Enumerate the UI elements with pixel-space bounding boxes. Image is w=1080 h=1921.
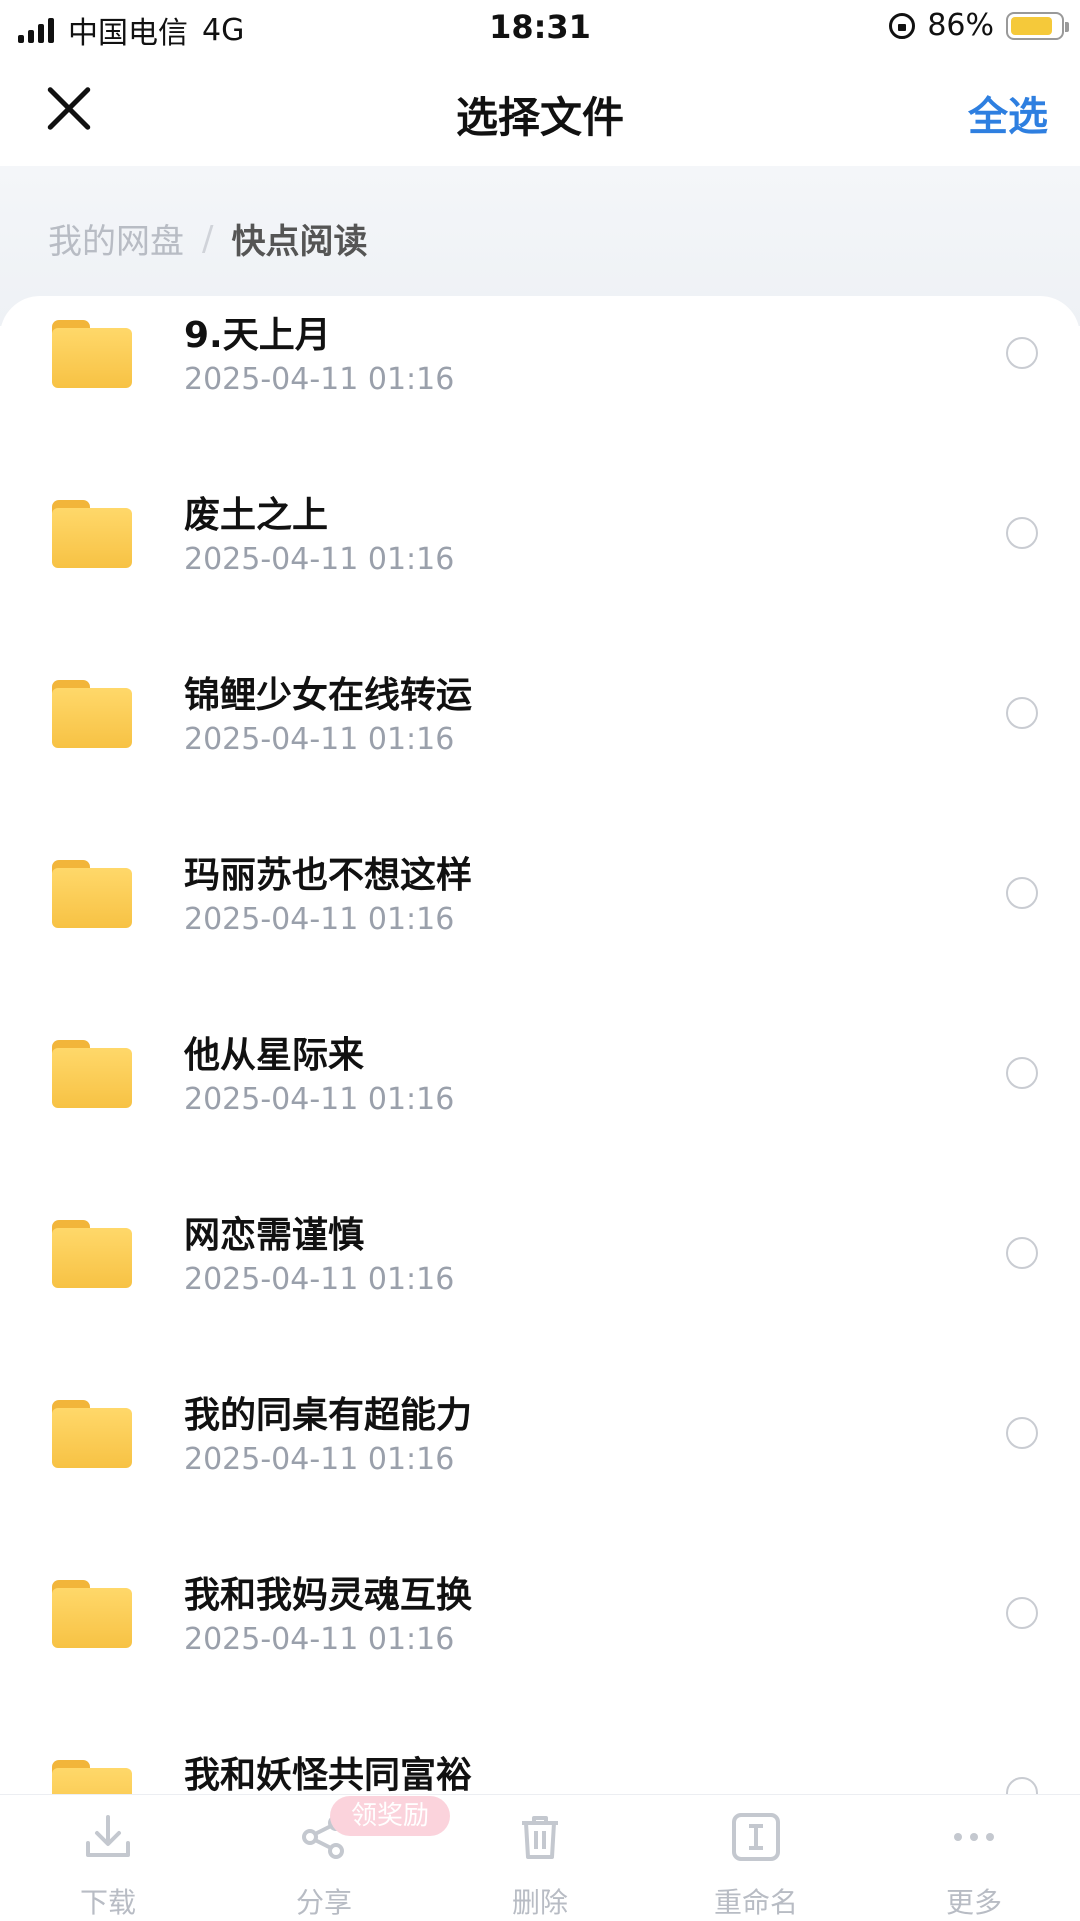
- file-name: 网恋需谨慎: [184, 1215, 365, 1256]
- select-radio[interactable]: [1006, 1417, 1038, 1449]
- download-label: 下载: [79, 1886, 136, 1919]
- bottom-toolbar: 下载 分享 删除 重命名 更多: [0, 1794, 1080, 1921]
- file-date: 2025-04-11 01:16: [184, 542, 455, 577]
- file-name: 锦鲤少女在线转运: [184, 675, 473, 716]
- download-button[interactable]: 下载: [38, 1795, 178, 1921]
- list-item[interactable]: 废土之上 2025-04-11 01:16: [0, 476, 1080, 656]
- list-item[interactable]: 我和我妈灵魂互换 2025-04-11 01:16: [0, 1556, 1080, 1736]
- share-label: 分享: [295, 1886, 352, 1919]
- file-name: 他从星际来: [184, 1035, 365, 1076]
- select-radio[interactable]: [1006, 1597, 1038, 1629]
- rename-label: 重命名: [713, 1886, 798, 1919]
- file-date: 2025-04-11 01:16: [184, 722, 455, 757]
- list-item[interactable]: 玛丽苏也不想这样 2025-04-11 01:16: [0, 836, 1080, 1016]
- file-name: 废土之上: [184, 495, 329, 536]
- breadcrumb: 我的网盘 / 快点阅读: [48, 214, 367, 263]
- folder-icon: [52, 1760, 132, 1794]
- list-item[interactable]: 我和妖怪共同富裕: [0, 1736, 1080, 1794]
- select-radio[interactable]: [1006, 1777, 1038, 1794]
- list-item[interactable]: 锦鲤少女在线转运 2025-04-11 01:16: [0, 656, 1080, 836]
- list-item[interactable]: 网恋需谨慎 2025-04-11 01:16: [0, 1196, 1080, 1376]
- select-radio[interactable]: [1006, 697, 1038, 729]
- file-name: 我和妖怪共同富裕: [184, 1755, 473, 1794]
- list-item[interactable]: 他从星际来 2025-04-11 01:16: [0, 1016, 1080, 1196]
- file-name: 我的同桌有超能力: [184, 1395, 473, 1436]
- battery-fill: [1011, 16, 1053, 35]
- page-title: 选择文件: [455, 93, 624, 142]
- list-item[interactable]: 我的同桌有超能力 2025-04-11 01:16: [0, 1376, 1080, 1556]
- select-radio[interactable]: [1006, 877, 1038, 909]
- folder-icon: [52, 680, 132, 748]
- file-date: 2025-04-11 01:16: [184, 902, 455, 937]
- file-name: 我和我妈灵魂互换: [184, 1575, 473, 1616]
- folder-icon: [52, 320, 132, 388]
- header: 选择文件 全选: [0, 54, 1080, 166]
- delete-label: 删除: [511, 1886, 568, 1919]
- file-date: 2025-04-11 01:16: [184, 1082, 455, 1117]
- select-radio[interactable]: [1006, 337, 1038, 369]
- file-name: 玛丽苏也不想这样: [184, 855, 473, 896]
- file-date: 2025-04-11 01:16: [184, 1262, 455, 1297]
- status-right: 86%: [889, 8, 1069, 43]
- file-name: 9.天上月: [184, 315, 331, 356]
- rename-icon: [732, 1813, 780, 1861]
- trash-icon: [522, 1816, 558, 1859]
- more-label: 更多: [945, 1886, 1002, 1919]
- file-list: 9.天上月 2025-04-11 01:16 废土之上 2025-04-11 0…: [0, 296, 1080, 1794]
- rename-button[interactable]: 重命名: [686, 1795, 826, 1921]
- breadcrumb-current: 快点阅读: [231, 222, 368, 262]
- folder-icon: [52, 860, 132, 928]
- battery-percent: 86%: [927, 8, 994, 43]
- delete-button[interactable]: 删除: [470, 1795, 610, 1921]
- select-all-button[interactable]: 全选: [968, 84, 1048, 142]
- breadcrumb-separator: /: [202, 218, 214, 259]
- reward-badge[interactable]: 领奖励: [330, 1796, 450, 1836]
- select-radio[interactable]: [1006, 1237, 1038, 1269]
- download-icon: [86, 1815, 130, 1857]
- select-radio[interactable]: [1006, 517, 1038, 549]
- folder-icon: [52, 1400, 132, 1468]
- file-date: 2025-04-11 01:16: [184, 362, 455, 397]
- more-icon: [954, 1833, 994, 1841]
- folder-icon: [52, 1040, 132, 1108]
- folder-icon: [52, 500, 132, 568]
- file-date: 2025-04-11 01:16: [184, 1442, 455, 1477]
- breadcrumb-root[interactable]: 我的网盘: [48, 214, 184, 263]
- file-date: 2025-04-11 01:16: [184, 1622, 455, 1657]
- status-bar: 中国电信 4G 18:31 86%: [0, 0, 1080, 54]
- select-radio[interactable]: [1006, 1057, 1038, 1089]
- list-item[interactable]: 9.天上月 2025-04-11 01:16: [0, 296, 1080, 476]
- more-button[interactable]: 更多: [904, 1795, 1044, 1921]
- folder-icon: [52, 1220, 132, 1288]
- battery-icon: [1006, 11, 1069, 40]
- folder-icon: [52, 1580, 132, 1648]
- rotation-lock-icon: [889, 12, 916, 39]
